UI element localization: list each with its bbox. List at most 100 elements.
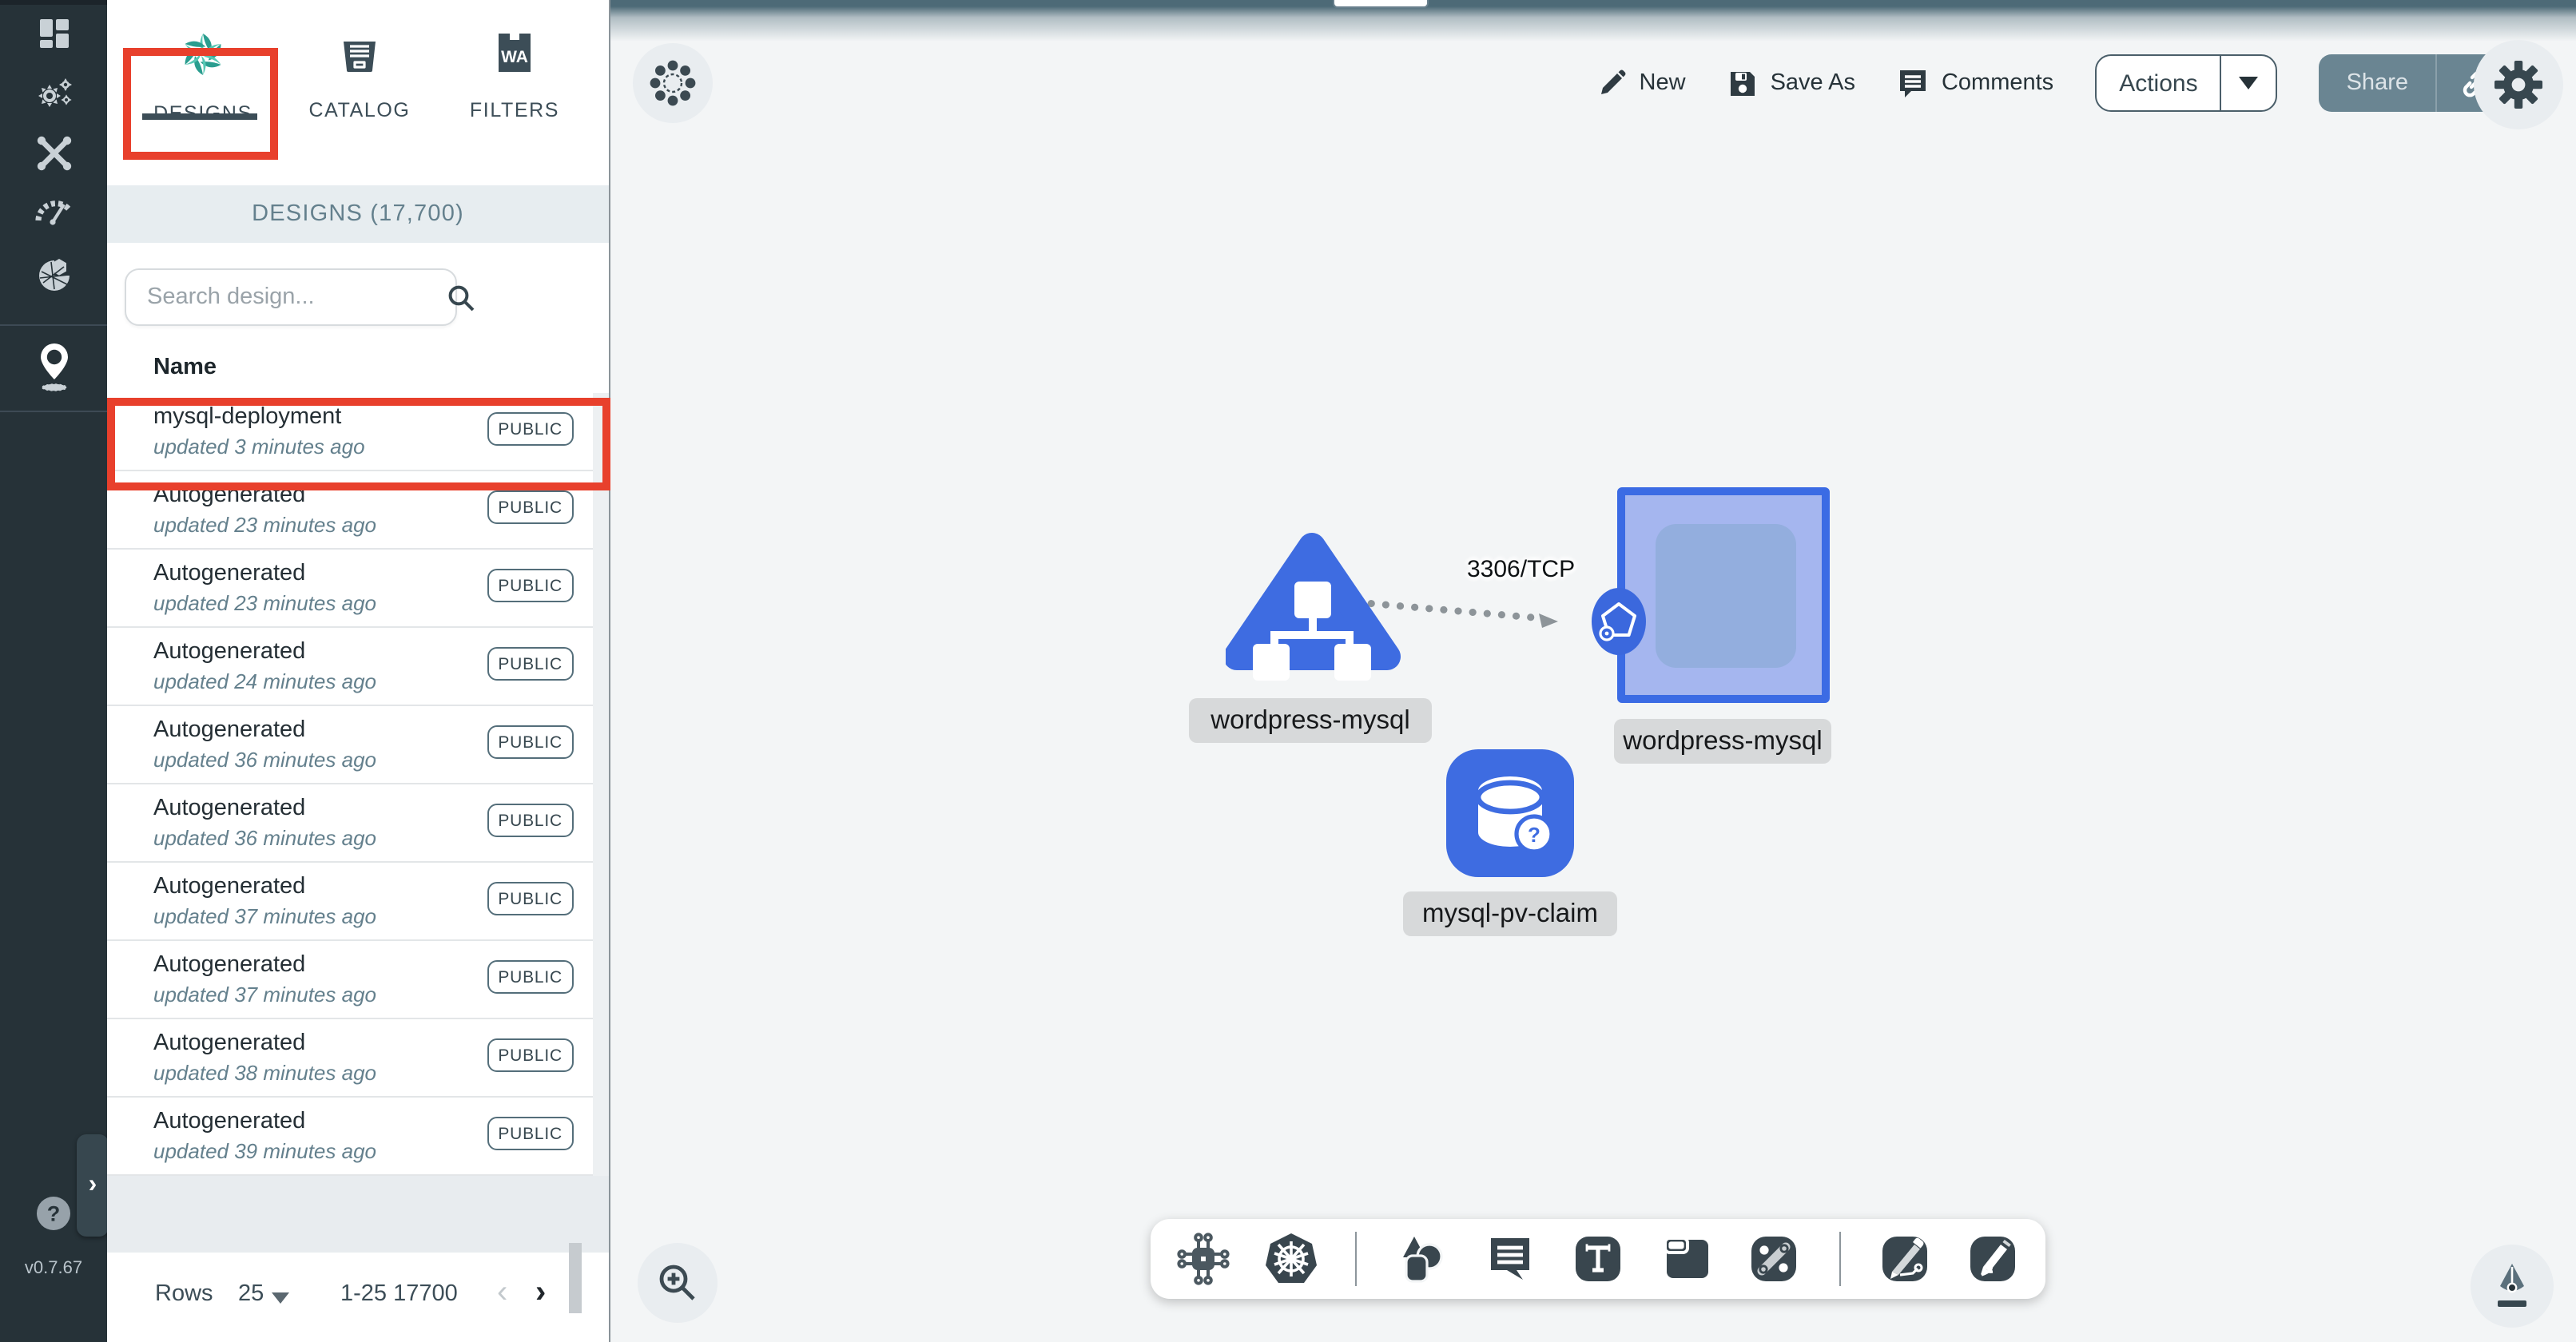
prev-page-icon[interactable]: ‹: [497, 1275, 507, 1312]
configuration-tools-icon[interactable]: [0, 133, 107, 174]
designs-list: mysql-deploymentupdated 3 minutes agoPUB…: [107, 393, 593, 1176]
zoom-in-button[interactable]: [638, 1243, 718, 1323]
svg-text:WA: WA: [501, 48, 528, 66]
wasm-wa-badge-icon: WA: [491, 29, 539, 85]
node-pv-claim[interactable]: ?: [1446, 749, 1574, 877]
designs-panel: DESIGNS CATALOG WA FILTERS D: [107, 0, 610, 1342]
pencil-new-icon: [1596, 68, 1627, 98]
rows-label: Rows: [155, 1281, 213, 1307]
settings-button[interactable]: [2474, 40, 2563, 129]
kubernetes-icon[interactable]: [1261, 1230, 1320, 1288]
extensions-icon[interactable]: [0, 252, 107, 297]
node-label-pv-claim[interactable]: mysql-pv-claim: [1403, 891, 1617, 936]
visibility-badge: PUBLIC: [487, 1038, 574, 1072]
annotation-box-mysql-deployment-row: [107, 398, 610, 490]
pen-nib-icon: [2490, 1262, 2534, 1310]
catalog-archive-icon: [336, 29, 384, 85]
save-as-button[interactable]: Save As: [1727, 68, 1855, 98]
actions-split-button[interactable]: Actions: [2095, 54, 2277, 112]
panel-gap: [107, 1176, 609, 1253]
annotation-box-designs-tab: [123, 48, 278, 160]
visibility-badge: PUBLIC: [487, 647, 574, 681]
text-tool-icon[interactable]: [1568, 1233, 1628, 1284]
visibility-badge: PUBLIC: [487, 569, 574, 602]
performance-gauge-icon[interactable]: [0, 192, 107, 230]
dot-flower-icon: [649, 59, 697, 107]
visibility-badge: PUBLIC: [487, 725, 574, 759]
list-item[interactable]: Autogeneratedupdated 36 minutes agoPUBLI…: [107, 784, 593, 863]
pagination-bar: Rows 25 1-25 17700 ‹ ›: [107, 1253, 609, 1342]
list-item[interactable]: Autogeneratedupdated 37 minutes agoPUBLI…: [107, 941, 593, 1019]
list-item[interactable]: Autogeneratedupdated 36 minutes agoPUBLI…: [107, 706, 593, 784]
visibility-badge: PUBLIC: [487, 1117, 574, 1150]
new-button[interactable]: New: [1596, 68, 1686, 98]
design-mode-button[interactable]: [2471, 1245, 2554, 1328]
actions-button-label[interactable]: Actions: [2097, 56, 2221, 110]
zoom-in-icon: [657, 1262, 698, 1304]
meshery-kanvas-app: › ? v0.7.67 DESIGNS: [0, 0, 2576, 1342]
rows-select-caret-icon[interactable]: [272, 1286, 289, 1312]
search-design-box[interactable]: [125, 268, 457, 326]
node-label-deployment[interactable]: wordpress-mysql: [1189, 698, 1432, 743]
pagination-range: 1-25 17700: [340, 1281, 458, 1307]
list-item[interactable]: Autogeneratedupdated 39 minutes agoPUBLI…: [107, 1098, 593, 1176]
visibility-badge: PUBLIC: [487, 882, 574, 915]
visibility-badge: PUBLIC: [487, 804, 574, 837]
tab-filters[interactable]: WA FILTERS: [438, 29, 591, 121]
kanvas-canvas[interactable]: New Save As Comments Actions Share: [610, 0, 2576, 1342]
annotate-pen-tool-icon[interactable]: [1875, 1233, 1934, 1284]
visibility-badge: PUBLIC: [487, 490, 574, 524]
panel-scrollbar-thumb[interactable]: [569, 1243, 582, 1313]
search-input[interactable]: [126, 284, 446, 310]
list-item[interactable]: Autogeneratedupdated 24 minutes agoPUBLI…: [107, 628, 593, 706]
toolbar-divider: [1839, 1232, 1841, 1286]
list-item[interactable]: Autogeneratedupdated 23 minutes agoPUBLI…: [107, 550, 593, 628]
edge-link-tool-icon[interactable]: [1744, 1233, 1803, 1284]
dashboard-icon[interactable]: [0, 14, 107, 53]
component-chip-icon[interactable]: [1173, 1232, 1232, 1286]
shapes-tool-icon[interactable]: [1392, 1232, 1451, 1286]
list-item[interactable]: Autogeneratedupdated 38 minutes agoPUBLI…: [107, 1019, 593, 1098]
lifecycle-gears-icon[interactable]: [0, 72, 107, 117]
save-icon: [1727, 68, 1758, 98]
tab-filters-label: FILTERS: [470, 99, 559, 121]
help-icon[interactable]: ?: [0, 1195, 107, 1232]
comments-icon: [1897, 67, 1929, 99]
service-port-badge[interactable]: [1585, 583, 1652, 660]
tab-catalog-label: CATALOG: [309, 99, 411, 121]
share-button-label[interactable]: Share: [2320, 54, 2437, 112]
sidebar-divider: [0, 324, 107, 326]
nav-sidebar: › ? v0.7.67: [0, 0, 107, 1342]
node-label-service[interactable]: wordpress-mysql: [1614, 719, 1831, 764]
svg-text:?: ?: [1528, 823, 1540, 847]
canvas-tool-dock: [1151, 1219, 2045, 1299]
node-deployment[interactable]: [1226, 524, 1417, 692]
database-icon: ?: [1446, 749, 1574, 877]
column-header-name: Name: [153, 355, 217, 380]
actions-dropdown-caret-icon[interactable]: [2222, 56, 2276, 110]
search-icon[interactable]: [446, 282, 492, 312]
service-inner-shape: [1656, 524, 1796, 668]
canvas-top-gradient: [610, 0, 2576, 42]
sidebar-divider: [0, 411, 107, 412]
canvas-menu-button[interactable]: [633, 43, 713, 123]
design-toolbar: New Save As Comments Actions Share: [1596, 48, 2512, 118]
node-shape-tool-icon[interactable]: [1656, 1233, 1715, 1284]
list-item[interactable]: Autogeneratedupdated 37 minutes agoPUBLI…: [107, 863, 593, 941]
tab-catalog[interactable]: CATALOG: [283, 29, 436, 121]
freehand-draw-tool-icon[interactable]: [1964, 1233, 2023, 1284]
app-version: v0.7.67: [0, 1259, 107, 1278]
visibility-badge: PUBLIC: [487, 960, 574, 994]
comments-button[interactable]: Comments: [1897, 67, 2053, 99]
top-drawer-handle[interactable]: [1333, 0, 1429, 8]
next-page-icon[interactable]: ›: [535, 1275, 546, 1312]
svg-text:?: ?: [47, 1201, 61, 1225]
designs-count-header: DESIGNS (17,700): [107, 185, 609, 243]
edge-port-label: 3306/TCP: [1467, 556, 1575, 583]
list-scrollbar-track[interactable]: [593, 393, 609, 1176]
kanvas-pin-icon[interactable]: [0, 340, 107, 395]
gear-icon: [2495, 61, 2542, 109]
toolbar-divider: [1356, 1232, 1358, 1286]
comment-tool-icon[interactable]: [1481, 1233, 1540, 1284]
rows-per-page-select[interactable]: 25: [238, 1281, 264, 1307]
